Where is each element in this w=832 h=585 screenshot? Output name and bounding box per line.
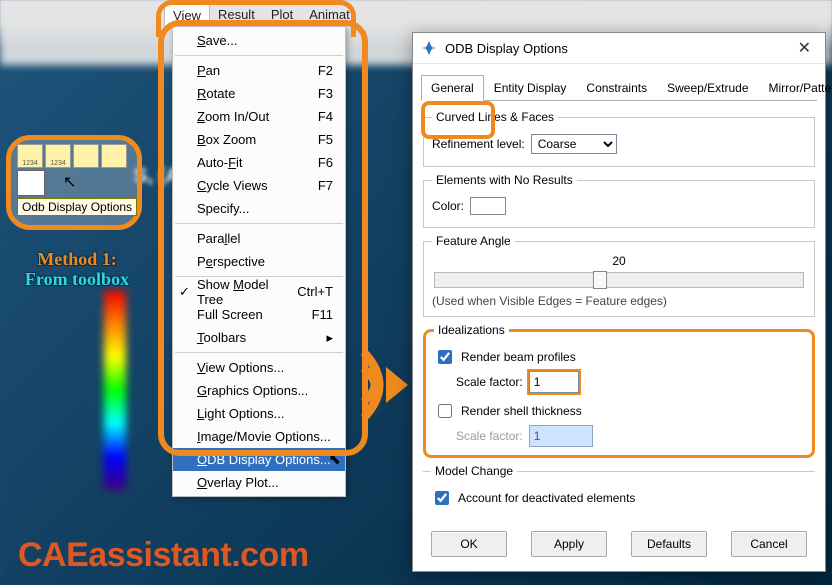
menu-item-auto-fit[interactable]: Auto-FitF6	[173, 151, 345, 174]
menu-result[interactable]: Result	[210, 4, 263, 26]
apply-button[interactable]: Apply	[531, 531, 607, 557]
menu-view[interactable]: View	[164, 4, 210, 26]
shell-scale-input	[529, 425, 593, 447]
tabs: GeneralEntity DisplayConstraintsSweep/Ex…	[413, 64, 825, 100]
menu-item-pan[interactable]: PanF2	[173, 59, 345, 82]
menu-item-full-screen[interactable]: Full ScreenF11	[173, 303, 345, 326]
menu-item-rotate[interactable]: RotateF3	[173, 82, 345, 105]
cancel-button[interactable]: Cancel	[731, 531, 807, 557]
dialog-buttons: OK Apply Defaults Cancel	[413, 521, 825, 571]
cursor-icon: ⬉	[328, 450, 341, 468]
menu-item-overlay-plot[interactable]: Overlay Plot...	[173, 471, 345, 494]
render-shell-checkbox[interactable]	[438, 404, 452, 418]
tab-entity-display[interactable]: Entity Display	[484, 75, 577, 101]
menu-item-image-movie-options[interactable]: Image/Movie Options...	[173, 425, 345, 448]
beam-scale-label: Scale factor:	[456, 375, 523, 389]
menu-item-specify[interactable]: Specify...	[173, 197, 345, 220]
menu-item-cycle-views[interactable]: Cycle ViewsF7	[173, 174, 345, 197]
feature-angle-hint: (Used when Visible Edges = Feature edges…	[432, 294, 806, 308]
tab-general[interactable]: General	[421, 75, 484, 101]
menu-item-save[interactable]: Save...	[173, 29, 345, 52]
dialog-title: ODB Display Options	[445, 41, 568, 56]
cursor-icon: ↖	[63, 172, 76, 192]
color-swatch[interactable]	[470, 197, 506, 215]
menu-separator	[175, 352, 343, 353]
menu-separator	[175, 223, 343, 224]
annotation-method1: Method 1: From toolbox	[2, 250, 152, 290]
slider-thumb[interactable]	[593, 271, 607, 289]
menu-item-parallel[interactable]: Parallel	[173, 227, 345, 250]
toolbox-icon[interactable]: 1234	[45, 144, 71, 168]
group-no-results: Elements with No Results Color:	[423, 173, 815, 228]
shell-scale-label: Scale factor:	[456, 429, 523, 443]
watermark: CAEassistant.com	[18, 536, 309, 575]
menu-item-graphics-options[interactable]: Graphics Options...	[173, 379, 345, 402]
menu-item-box-zoom[interactable]: Box ZoomF5	[173, 128, 345, 151]
slider-value: 20	[612, 254, 625, 268]
menu-item-perspective[interactable]: Perspective	[173, 250, 345, 273]
feature-angle-slider[interactable]	[434, 272, 804, 288]
group-legend: Feature Angle	[432, 234, 515, 248]
group-legend: Elements with No Results	[432, 173, 577, 187]
toolbox-icon[interactable]: 1234	[17, 144, 43, 168]
menu-item-view-options[interactable]: View Options...	[173, 356, 345, 379]
render-beam-label: Render beam profiles	[461, 350, 576, 364]
defaults-button[interactable]: Defaults	[631, 531, 707, 557]
color-legend	[104, 290, 126, 490]
toolbox-highlight: 1234 1234 ↖ Odb Display Options	[6, 135, 142, 230]
group-curved-lines: Curved Lines & Faces Refinement level: C…	[423, 110, 815, 167]
toolbox-icon[interactable]	[101, 144, 127, 168]
tooltip: Odb Display Options	[17, 198, 137, 216]
tab-mirror-pattern[interactable]: Mirror/Pattern	[759, 75, 832, 101]
menubar: ViewResultPlotAnimat	[160, 2, 362, 28]
titlebar: ODB Display Options ✕	[413, 33, 825, 64]
arrow-icon	[360, 345, 410, 425]
close-icon[interactable]: ✕	[792, 38, 817, 58]
view-menu-dropdown: Save... PanF2RotateF3Zoom In/OutF4Box Zoo…	[172, 26, 346, 497]
ok-button[interactable]: OK	[431, 531, 507, 557]
tab-constraints[interactable]: Constraints	[576, 75, 657, 101]
menu-item-light-options[interactable]: Light Options...	[173, 402, 345, 425]
toolbox-icon[interactable]	[73, 144, 99, 168]
menu-item-toolbars[interactable]: Toolbars▸	[173, 326, 345, 349]
tab-sweep-extrude[interactable]: Sweep/Extrude	[657, 75, 758, 101]
menu-item-odb-display-options[interactable]: ODB Display Options...⬉	[173, 448, 345, 471]
menu-item-zoom-in-out[interactable]: Zoom In/OutF4	[173, 105, 345, 128]
render-beam-checkbox[interactable]	[438, 350, 452, 364]
app-icon	[421, 40, 437, 56]
odb-display-options-icon[interactable]	[17, 170, 45, 196]
tab-panel-general: Curved Lines & Faces Refinement level: C…	[413, 101, 825, 521]
group-legend: Idealizations	[434, 323, 509, 337]
menu-separator	[175, 55, 343, 56]
menu-item-show-model-tree[interactable]: ✓Show Model TreeCtrl+T	[173, 280, 345, 303]
group-legend: Curved Lines & Faces	[432, 110, 558, 124]
menu-animat[interactable]: Animat	[301, 4, 357, 26]
deactivated-elements-checkbox[interactable]	[435, 491, 449, 505]
group-idealizations: Idealizations Render beam profiles Scale…	[423, 323, 815, 458]
color-label: Color:	[432, 199, 464, 213]
refinement-label: Refinement level:	[432, 137, 525, 151]
deactivated-elements-label: Account for deactivated elements	[458, 491, 635, 505]
group-model-change: Model Change Account for deactivated ele…	[423, 464, 815, 512]
render-shell-label: Render shell thickness	[461, 404, 582, 418]
beam-scale-input[interactable]	[529, 371, 579, 393]
refinement-select[interactable]: Coarse	[531, 134, 617, 154]
group-legend: Model Change	[431, 464, 517, 478]
odb-display-options-dialog: ODB Display Options ✕ GeneralEntity Disp…	[412, 32, 826, 572]
menu-plot[interactable]: Plot	[263, 4, 301, 26]
group-feature-angle: Feature Angle 20 (Used when Visible Edge…	[423, 234, 815, 317]
